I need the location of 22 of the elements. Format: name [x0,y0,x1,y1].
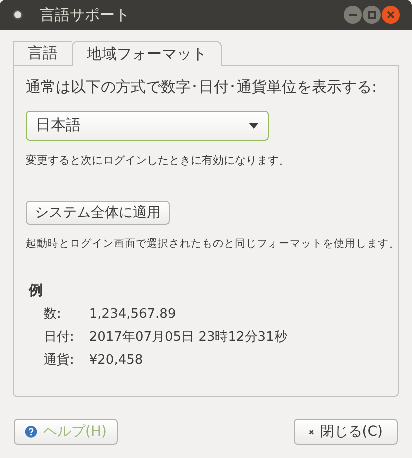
apply-note: 起動時とログイン画面で選択されたものと同じフォーマットを使用します。 [26,237,400,252]
help-icon [25,424,38,440]
close-dialog-button[interactable]: 閉じる(C) [294,419,398,445]
minimize-button[interactable] [344,6,362,24]
language-dropdown[interactable]: 日本語 [26,110,269,140]
apply-button[interactable]: システム全体に適用 [26,201,170,225]
window-title: 言語サポート [40,4,130,26]
close-icon [387,11,395,19]
caret-icon [249,122,259,128]
example-heading: 例 [29,282,44,301]
example-label: 日付: [44,329,76,347]
example-label: 数: [44,306,62,324]
example-value: 1,234,567.89 [89,306,178,324]
format-label: 通常は以下の方式で数字･日付･通貨単位を表示する: [26,77,378,98]
tab[interactable]: 地域フォーマット [72,41,222,66]
example-label: 通貨: [44,352,76,370]
example-value: 2017年07月05日 23時12分31秒 [89,329,288,347]
example-value: ¥20,458 [89,352,144,370]
change-note: 変更すると次にログインしたときに有効になります。 [26,152,291,168]
close-button[interactable] [382,6,400,24]
app-icon [12,9,24,21]
maximize-button[interactable] [363,6,381,24]
